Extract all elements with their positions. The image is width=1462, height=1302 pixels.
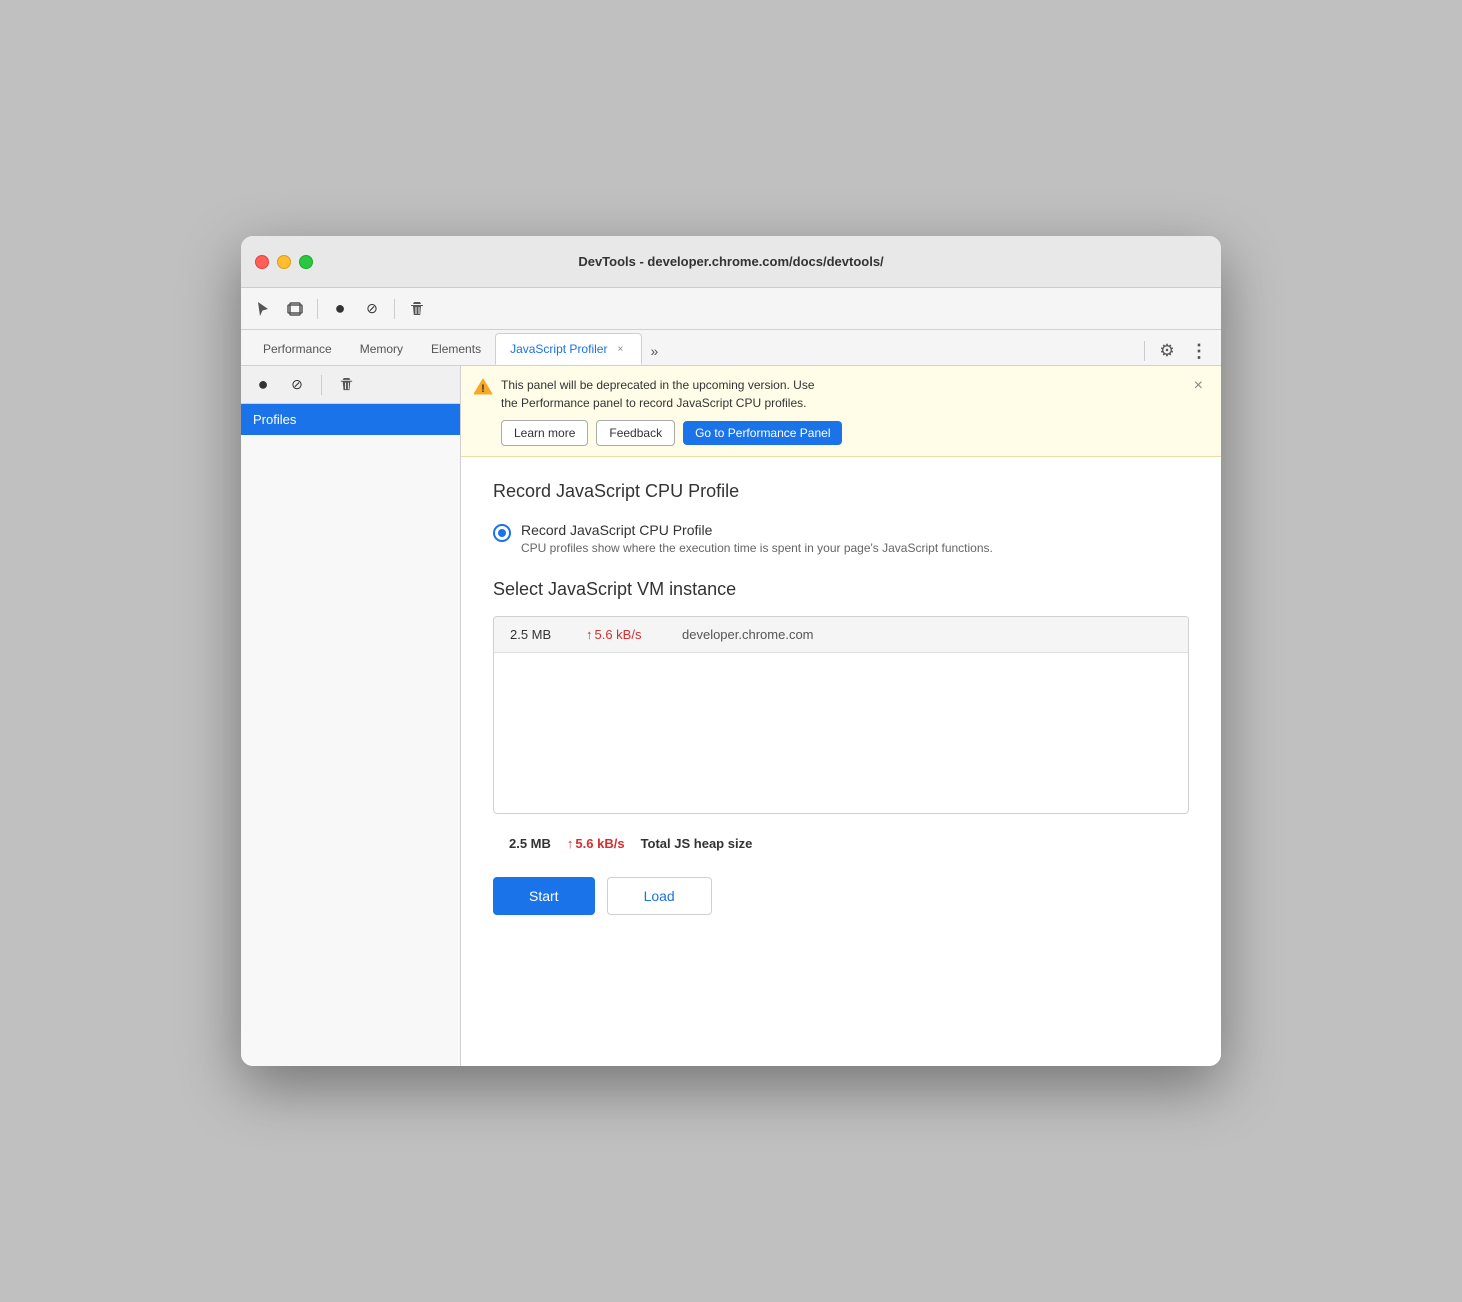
table-row[interactable]: 2.5 MB ↑ 5.6 kB/s developer.chrome.com	[494, 617, 1188, 653]
traffic-lights	[255, 255, 313, 269]
maximize-button[interactable]	[299, 255, 313, 269]
vm-section-title: Select JavaScript VM instance	[493, 579, 1189, 600]
sidebar-delete-button[interactable]	[332, 371, 360, 399]
summary-rate-value: 5.6 kB/s	[575, 836, 624, 851]
deprecation-banner: ! This panel will be deprecated in the u…	[461, 366, 1221, 457]
go-to-performance-panel-button[interactable]: Go to Performance Panel	[683, 421, 842, 445]
content-area: ! This panel will be deprecated in the u…	[461, 366, 1221, 1066]
sidebar-stop-button[interactable]: ⊘	[283, 371, 311, 399]
summary-row: 2.5 MB ↑ 5.6 kB/s Total JS heap size	[493, 826, 1189, 861]
vm-instance-table: 2.5 MB ↑ 5.6 kB/s developer.chrome.com	[493, 616, 1189, 814]
delete-button[interactable]	[403, 295, 431, 323]
tabs-overflow-button[interactable]: »	[642, 337, 666, 365]
svg-text:!: !	[481, 383, 485, 395]
tab-close-icon[interactable]: ×	[613, 342, 627, 356]
close-button[interactable]	[255, 255, 269, 269]
radio-option-text: Record JavaScript CPU Profile CPU profil…	[521, 522, 993, 555]
summary-size: 2.5 MB	[509, 836, 551, 851]
radio-desc-cpu: CPU profiles show where the execution ti…	[521, 541, 993, 555]
sidebar-sep	[321, 375, 322, 395]
profile-section-title: Record JavaScript CPU Profile	[493, 481, 1189, 502]
toolbar-separator-1	[317, 299, 318, 319]
summary-arrow-icon: ↑	[567, 836, 574, 851]
sidebar-toolbar: ● ⊘	[241, 366, 460, 404]
settings-icon[interactable]: ⚙	[1153, 337, 1181, 365]
banner-message: This panel will be deprecated in the upc…	[501, 376, 1176, 412]
toolbar-separator-2	[394, 299, 395, 319]
load-button[interactable]: Load	[607, 877, 712, 915]
learn-more-button[interactable]: Learn more	[501, 420, 588, 446]
banner-close-button[interactable]: ×	[1192, 376, 1205, 396]
start-button[interactable]: Start	[493, 877, 595, 915]
cursor-tool-button[interactable]	[249, 295, 277, 323]
banner-actions: Learn more Feedback Go to Performance Pa…	[501, 420, 1176, 446]
vm-empty-area	[494, 653, 1188, 813]
tab-memory[interactable]: Memory	[346, 333, 417, 365]
window-title: DevTools - developer.chrome.com/docs/dev…	[578, 254, 883, 269]
tabs-right-icons: ⚙ ⋮	[1140, 337, 1213, 365]
tabs-bar: Performance Memory Elements JavaScript P…	[241, 330, 1221, 366]
record-button[interactable]: ●	[326, 295, 354, 323]
tab-javascript-profiler[interactable]: JavaScript Profiler ×	[495, 333, 642, 365]
profiles-item[interactable]: Profiles	[241, 404, 460, 435]
vm-rate: ↑ 5.6 kB/s	[586, 627, 666, 642]
devtools-window: DevTools - developer.chrome.com/docs/dev…	[241, 236, 1221, 1066]
summary-label: Total JS heap size	[641, 836, 753, 851]
radio-label-cpu: Record JavaScript CPU Profile	[521, 522, 993, 538]
titlebar: DevTools - developer.chrome.com/docs/dev…	[241, 236, 1221, 288]
vm-url: developer.chrome.com	[682, 627, 814, 642]
tab-performance[interactable]: Performance	[249, 333, 346, 365]
more-options-icon[interactable]: ⋮	[1185, 337, 1213, 365]
summary-rate: ↑ 5.6 kB/s	[567, 836, 625, 851]
warning-icon: !	[473, 377, 493, 402]
tab-elements[interactable]: Elements	[417, 333, 495, 365]
toolbar: ● ⊘	[241, 288, 1221, 330]
main-area: ● ⊘ Profiles !	[241, 366, 1221, 1066]
feedback-button[interactable]: Feedback	[596, 420, 675, 446]
radio-option-cpu[interactable]: Record JavaScript CPU Profile CPU profil…	[493, 522, 1189, 555]
action-buttons: Start Load	[493, 861, 1189, 923]
arrow-up-icon: ↑	[586, 627, 593, 642]
radio-button-cpu[interactable]	[493, 524, 511, 542]
minimize-button[interactable]	[277, 255, 291, 269]
profile-content: Record JavaScript CPU Profile Record Jav…	[461, 457, 1221, 947]
banner-text: This panel will be deprecated in the upc…	[501, 376, 1176, 446]
stop-button[interactable]: ⊘	[358, 295, 386, 323]
tabs-separator	[1144, 341, 1145, 361]
vm-size: 2.5 MB	[510, 627, 570, 642]
sidebar-record-button[interactable]: ●	[249, 371, 277, 399]
frames-tool-button[interactable]	[281, 295, 309, 323]
vm-rate-value: 5.6 kB/s	[595, 627, 642, 642]
sidebar: ● ⊘ Profiles	[241, 366, 461, 1066]
